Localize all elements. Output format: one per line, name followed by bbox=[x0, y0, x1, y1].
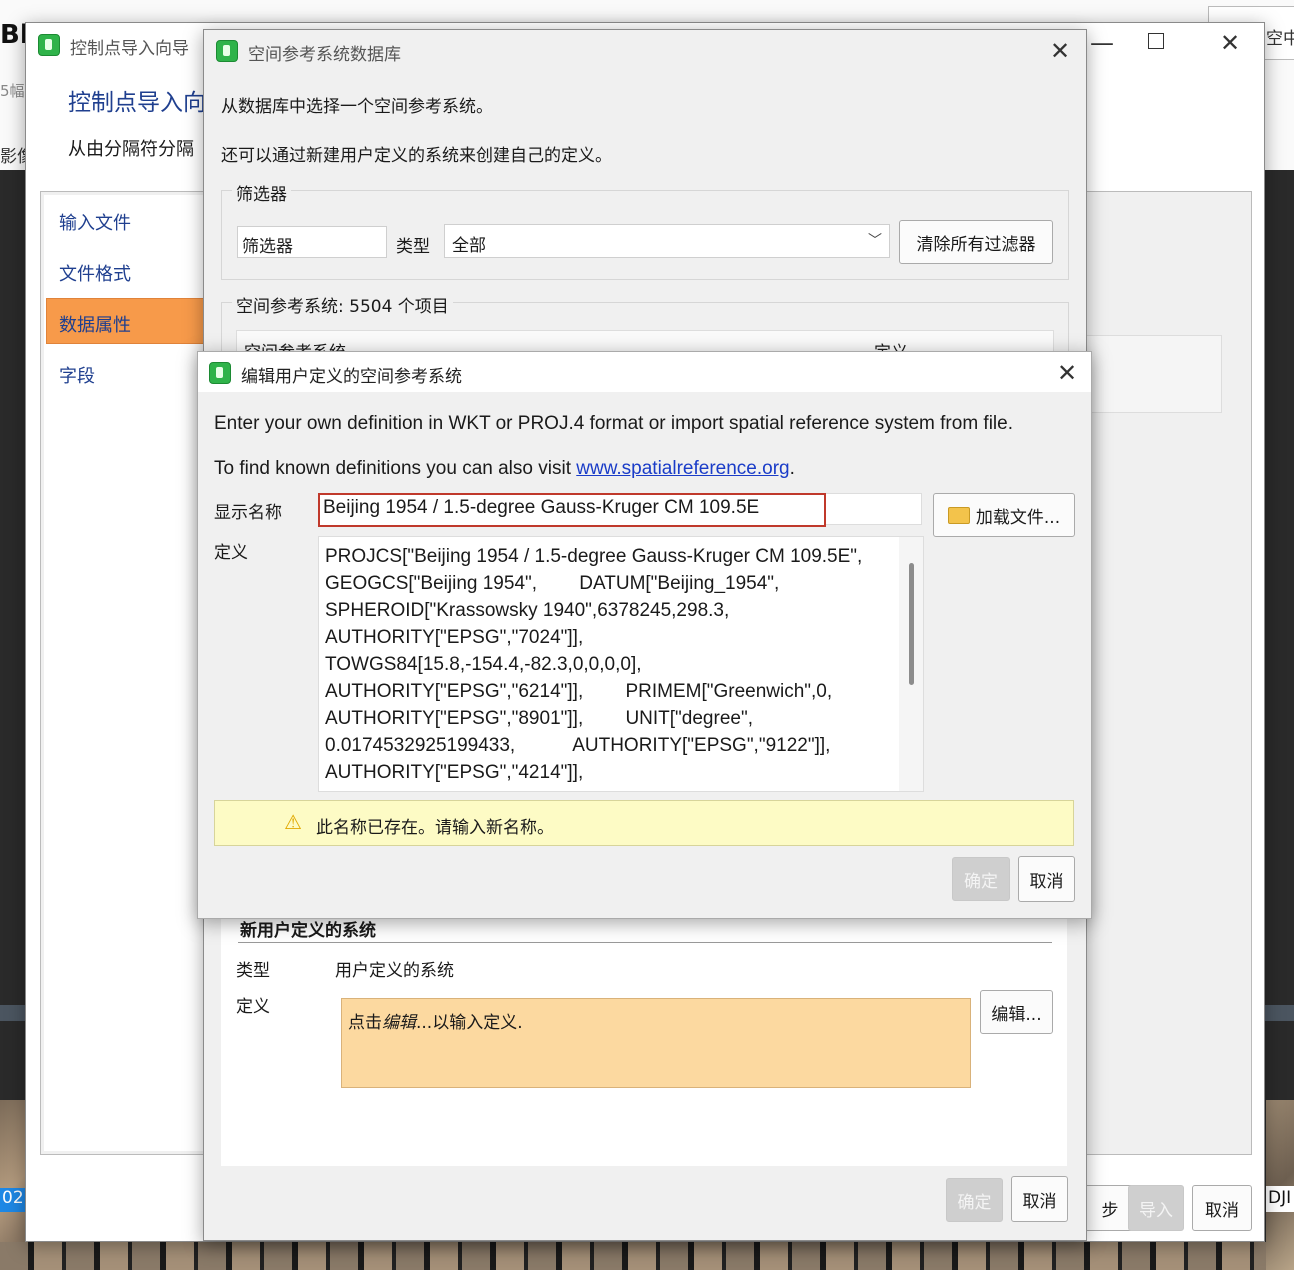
find-suffix: . bbox=[789, 458, 795, 479]
definition-line: PROJCS["Beijing 1954 / 1.5-degree Gauss-… bbox=[325, 546, 863, 567]
close-icon[interactable]: ✕ bbox=[1220, 31, 1240, 55]
close-icon[interactable]: ✕ bbox=[1057, 361, 1077, 385]
edit-dialog-ok-button: 确定 bbox=[952, 857, 1010, 901]
nav-fields[interactable]: 字段 bbox=[59, 362, 95, 388]
app-icon bbox=[38, 34, 60, 56]
definition-line: AUTHORITY["EPSG","4214"]], bbox=[325, 762, 584, 783]
definition-hint-text: 点击编辑...以输入定义. bbox=[348, 1008, 523, 1033]
edit-definition-button[interactable]: 编辑... bbox=[980, 990, 1053, 1034]
background-image-strip-right bbox=[1266, 1100, 1294, 1270]
find-prefix: To find known definitions you can also v… bbox=[214, 458, 577, 479]
edit-dialog-description: Enter your own definition in WKT or PROJ… bbox=[214, 413, 1013, 434]
warning-icon: ⚠ bbox=[284, 810, 302, 834]
display-name-label: 显示名称 bbox=[214, 503, 282, 523]
srs-db-cancel-button[interactable]: 取消 bbox=[1011, 1176, 1068, 1222]
new-system-header: 新用户定义的系统 bbox=[240, 921, 376, 941]
nav-file-format[interactable]: 文件格式 bbox=[59, 260, 131, 286]
hint-italic: 编辑 bbox=[382, 1013, 416, 1033]
new-system-divider bbox=[238, 942, 1052, 943]
background-text-1: 5幅 bbox=[0, 82, 25, 100]
type-select-value: 全部 bbox=[452, 236, 486, 256]
filter-input-text: 筛选器 bbox=[242, 237, 293, 257]
type-select[interactable] bbox=[444, 224, 890, 258]
srs-db-title: 空间参考系统数据库 bbox=[248, 45, 401, 65]
folder-icon bbox=[947, 506, 970, 524]
wizard-heading: 控制点导入向 bbox=[68, 90, 206, 116]
definition-line: 0.0174532925199433, AUTHORITY["EPSG","91… bbox=[325, 735, 831, 756]
edit-dialog-cancel-button[interactable]: 取消 bbox=[1018, 856, 1075, 902]
clear-filters-button[interactable]: 清除所有过滤器 bbox=[899, 220, 1053, 264]
definition-line: AUTHORITY["EPSG","7024"]], bbox=[325, 627, 584, 648]
close-icon[interactable]: ✕ bbox=[1050, 39, 1070, 63]
minimize-icon[interactable]: — bbox=[1090, 31, 1114, 55]
app-icon bbox=[216, 40, 238, 62]
background-top-right-text: 空中 bbox=[1266, 29, 1294, 49]
background-image-strip-bottom bbox=[0, 1242, 1294, 1270]
background-dji-text: DJI bbox=[1268, 1188, 1292, 1208]
hint-suffix: ...以输入定义. bbox=[416, 1013, 523, 1033]
definition-line: GEOGCS["Beijing 1954", DATUM["Beijing_19… bbox=[325, 573, 780, 594]
type-label: 类型 bbox=[396, 237, 430, 257]
srs-db-intro-1: 从数据库中选择一个空间参考系统。 bbox=[221, 97, 493, 117]
definition-line: TOWGS84[15.8,-154.4,-82.3,0,0,0,0], bbox=[325, 654, 642, 675]
definition-scrollbar-thumb[interactable] bbox=[909, 563, 914, 685]
type-row-label: 类型 bbox=[236, 961, 270, 981]
srs-db-ok-button: 确定 bbox=[946, 1178, 1003, 1222]
wizard-title: 控制点导入向导 bbox=[70, 39, 189, 59]
srs-list-header: 空间参考系统: 5504 个项目 bbox=[232, 292, 453, 317]
display-name-value: Beijing 1954 / 1.5-degree Gauss-Kruger C… bbox=[323, 497, 760, 518]
chevron-down-icon: ﹀ bbox=[868, 233, 882, 249]
wizard-import-button: 导入 bbox=[1128, 1185, 1184, 1231]
load-file-label: 加载文件... bbox=[975, 507, 1061, 528]
hint-prefix: 点击 bbox=[348, 1013, 382, 1033]
def-row-label: 定义 bbox=[236, 997, 270, 1017]
edit-srs-dialog: 编辑用户定义的空间参考系统 ✕ Enter your own definitio… bbox=[197, 351, 1092, 919]
nav-data-properties: 数据属性 bbox=[59, 315, 131, 336]
wizard-cancel-button[interactable]: 取消 bbox=[1192, 1185, 1252, 1231]
type-row-value: 用户定义的系统 bbox=[335, 961, 454, 981]
definition-line: AUTHORITY["EPSG","8901"]], UNIT["degree"… bbox=[325, 708, 753, 729]
definition-label: 定义 bbox=[214, 543, 248, 563]
definition-line: SPHEROID["Krassowsky 1940",6378245,298.3… bbox=[325, 600, 730, 621]
edit-dialog-find-text: To find known definitions you can also v… bbox=[214, 458, 795, 480]
edit-dialog-title: 编辑用户定义的空间参考系统 bbox=[241, 367, 462, 387]
load-file-button[interactable]: 加载文件... bbox=[933, 493, 1075, 537]
maximize-icon[interactable] bbox=[1148, 33, 1164, 49]
definition-textarea[interactable]: PROJCS["Beijing 1954 / 1.5-degree Gauss-… bbox=[318, 536, 924, 792]
definition-line: AUTHORITY["EPSG","6214"]], PRIMEM["Green… bbox=[325, 681, 833, 702]
definition-text: PROJCS["Beijing 1954 / 1.5-degree Gauss-… bbox=[325, 543, 862, 786]
nav-input-file[interactable]: 输入文件 bbox=[59, 209, 131, 235]
wizard-subheading: 从由分隔符分隔 bbox=[68, 139, 194, 160]
background-bottom-number: 02 bbox=[2, 1188, 24, 1208]
srs-db-intro-2: 还可以通过新建用户定义的系统来创建自己的定义。 bbox=[221, 146, 612, 166]
app-icon bbox=[209, 362, 231, 384]
filter-group-label: 筛选器 bbox=[232, 180, 291, 205]
warning-text: 此名称已存在。请输入新名称。 bbox=[316, 818, 554, 838]
spatialreference-link[interactable]: www.spatialreference.org bbox=[576, 458, 789, 479]
